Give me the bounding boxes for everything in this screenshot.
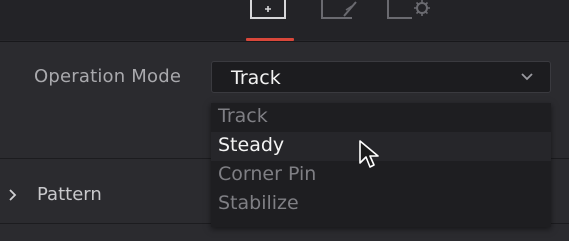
operation-mode-value: Track (231, 67, 281, 89)
chevron-right-icon (9, 189, 17, 201)
operation-mode-select[interactable]: Track (211, 61, 551, 93)
operation-mode-label: Operation Mode (34, 66, 182, 87)
menu-option-track[interactable]: Track (211, 103, 551, 132)
menu-option-label: Track (218, 105, 268, 127)
chevron-down-icon (521, 73, 533, 81)
pattern-section-header[interactable]: Pattern (0, 180, 200, 212)
menu-option-steady[interactable]: Steady (211, 132, 551, 161)
inspector-tab-bar (0, 0, 569, 41)
tracker-tab-icon[interactable] (247, 0, 291, 20)
menu-option-label: Steady (218, 134, 285, 156)
settings-tab-icon[interactable] (384, 0, 432, 20)
menu-option-corner-pin[interactable]: Corner Pin (211, 161, 551, 190)
mouse-cursor-icon (359, 140, 379, 168)
pattern-section-label: Pattern (37, 184, 102, 205)
edit-tab-icon[interactable] (318, 0, 362, 20)
menu-option-stabilize[interactable]: Stabilize (211, 190, 551, 219)
menu-option-label: Corner Pin (218, 163, 317, 185)
operation-mode-dropdown-menu: Track Steady Corner Pin Stabilize (211, 103, 551, 227)
menu-option-label: Stabilize (218, 192, 299, 214)
